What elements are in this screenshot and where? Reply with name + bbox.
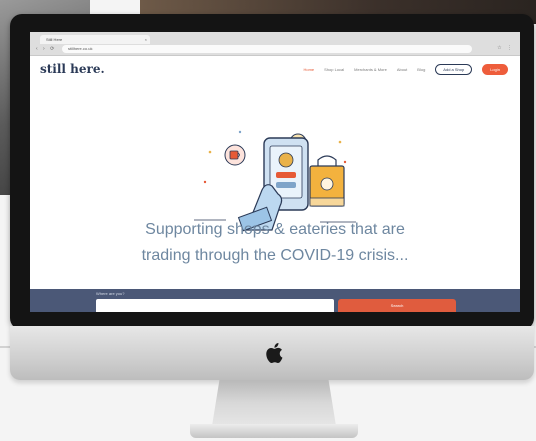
site-header: still here. Home Shop Local Merchants & …	[30, 56, 520, 82]
menu-icon[interactable]: ☆ ⋮	[497, 45, 514, 51]
monitor-stand-foot	[190, 424, 358, 438]
address-bar[interactable]: stillhere.co.uk	[62, 45, 472, 53]
search-label: Where are you?	[96, 291, 125, 296]
close-icon[interactable]: ×	[145, 35, 147, 44]
main-nav: Home Shop Local Merchants & More About B…	[303, 64, 508, 75]
nav-item-shop-local[interactable]: Shop Local	[324, 67, 344, 72]
browser-tab[interactable]: Still Here ×	[40, 35, 150, 44]
nav-item-blog[interactable]: Blog	[417, 67, 425, 72]
location-search-input[interactable]	[96, 299, 334, 312]
nav-item-home[interactable]: Home	[303, 67, 314, 72]
nav-item-merchants[interactable]: Merchants & More	[354, 67, 387, 72]
search-band: Where are you? Search	[30, 289, 520, 312]
add-shop-button[interactable]: Add a Shop	[435, 64, 473, 75]
hero-headline-line-1: Supporting shops & eateries that are	[145, 221, 405, 238]
search-button[interactable]: Search	[338, 299, 456, 312]
site-logo[interactable]: still here.	[40, 62, 105, 76]
nav-item-about[interactable]: About	[397, 67, 407, 72]
hero-headline-line-2: trading through the COVID-19 crisis...	[141, 247, 409, 264]
browser-chrome: Still Here × ‹ › ⟳ stillhere.co.uk ☆ ⋮	[30, 32, 520, 56]
monitor-stand-neck	[212, 380, 336, 426]
screen: Still Here × ‹ › ⟳ stillhere.co.uk ☆ ⋮ s…	[30, 32, 520, 312]
login-button[interactable]: Login	[482, 64, 508, 75]
coffee-icon	[224, 144, 246, 166]
browser-nav-icons[interactable]: ‹ › ⟳	[36, 46, 56, 52]
apple-logo-icon	[266, 343, 283, 363]
hero-illustration	[194, 130, 356, 232]
tab-title: Still Here	[46, 37, 63, 42]
shopping-bag-icon	[309, 155, 345, 207]
